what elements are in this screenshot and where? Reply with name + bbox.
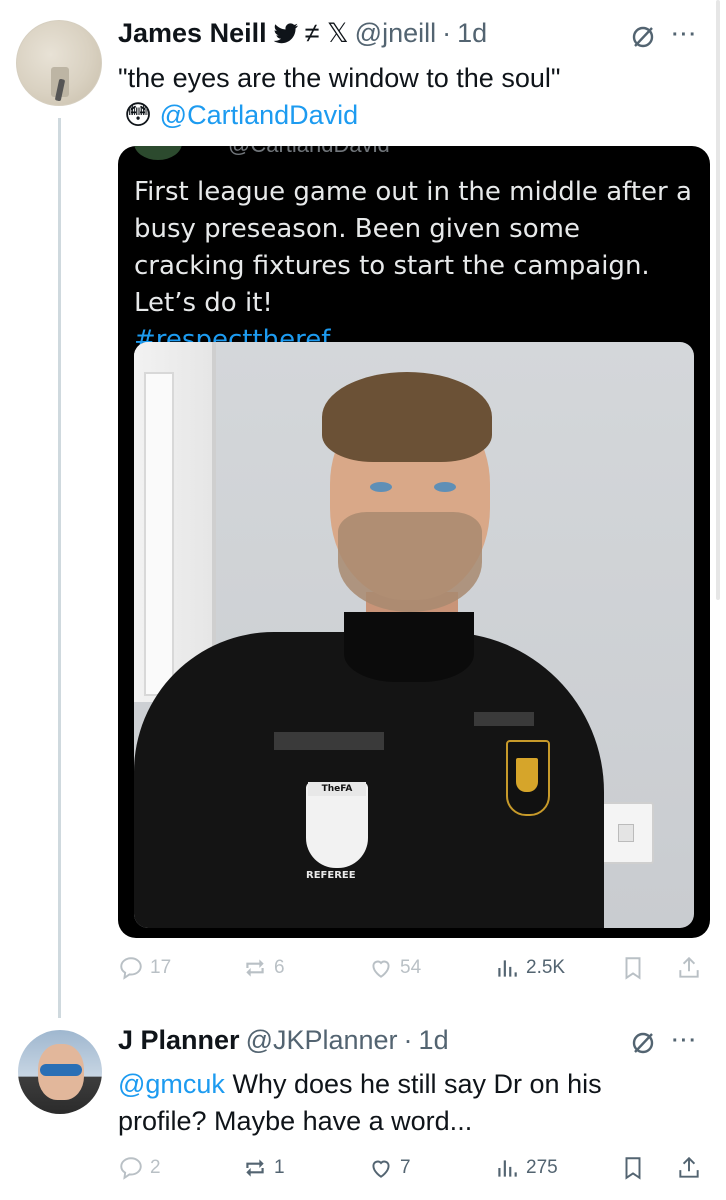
more-icon[interactable]: ··· bbox=[672, 24, 698, 47]
photo-hair bbox=[322, 372, 492, 462]
views-button[interactable]: 275 bbox=[494, 1155, 558, 1181]
photo-light-switch bbox=[598, 802, 654, 864]
like-icon bbox=[368, 1155, 394, 1181]
views-count: 2.5K bbox=[526, 957, 566, 978]
quoted-post-card[interactable]: @CartlandDavid First league game out in … bbox=[118, 146, 710, 938]
quoted-handle: @CartlandDavid bbox=[228, 146, 390, 158]
photo-eye-right bbox=[434, 482, 456, 492]
tweet-header: James Neill ≠ 𝕏 @jneill · 1d bbox=[118, 18, 487, 49]
bookmark-icon bbox=[620, 1155, 646, 1181]
reply-count: 2 bbox=[150, 1157, 161, 1178]
reply-count: 17 bbox=[150, 957, 172, 978]
photo-collar bbox=[344, 612, 474, 682]
display-name[interactable]: J Planner bbox=[118, 1025, 240, 1056]
repost-icon bbox=[242, 955, 268, 981]
bookmark-button[interactable] bbox=[620, 955, 646, 981]
reply-icon bbox=[118, 1155, 144, 1181]
quoted-body: First league game out in the middle afte… bbox=[134, 177, 692, 318]
repost-count: 6 bbox=[274, 957, 285, 978]
separator: · bbox=[403, 1025, 413, 1055]
scrollbar[interactable] bbox=[716, 0, 720, 600]
reply-button[interactable]: 2 bbox=[118, 1155, 161, 1181]
like-icon bbox=[368, 955, 394, 981]
photo-beard bbox=[338, 512, 482, 612]
mention-link[interactable]: @CartlandDavid bbox=[160, 100, 359, 130]
grok-icon[interactable] bbox=[630, 1030, 656, 1056]
tweet-actions: 2 1 7 275 bbox=[118, 1150, 710, 1186]
repost-count: 1 bbox=[274, 1157, 285, 1178]
avatar[interactable] bbox=[18, 1030, 102, 1114]
share-button[interactable] bbox=[676, 955, 702, 981]
views-icon bbox=[494, 1155, 520, 1181]
views-count: 275 bbox=[526, 1157, 558, 1178]
photo-door-panel bbox=[144, 372, 174, 696]
repost-icon bbox=[242, 1155, 268, 1181]
photo-referee-label: REFEREE bbox=[306, 870, 356, 881]
badges-text: ≠ 𝕏 bbox=[304, 18, 349, 48]
display-name[interactable]: James Neill bbox=[118, 18, 267, 49]
like-count: 7 bbox=[400, 1157, 411, 1178]
like-button[interactable]: 54 bbox=[368, 955, 421, 981]
mention-link[interactable]: @gmcuk bbox=[118, 1069, 225, 1099]
repost-button[interactable]: 6 bbox=[242, 955, 285, 981]
quoted-avatar bbox=[134, 146, 182, 160]
like-button[interactable]: 7 bbox=[368, 1155, 411, 1181]
separator: · bbox=[442, 18, 452, 48]
photo-shirt-stripe bbox=[474, 712, 534, 726]
tweet-header: J Planner @JKPlanner · 1d bbox=[118, 1025, 449, 1056]
photo-county-badge bbox=[506, 740, 550, 816]
bookmark-button[interactable] bbox=[620, 1155, 646, 1181]
photo-crest-label: TheFA bbox=[308, 782, 366, 796]
bird-icon bbox=[273, 22, 299, 45]
quoted-text: First league game out in the middle afte… bbox=[134, 174, 694, 359]
tweet-actions: 17 6 54 2.5K bbox=[118, 950, 710, 986]
share-icon bbox=[676, 955, 702, 981]
like-count: 54 bbox=[400, 957, 422, 978]
grok-icon[interactable] bbox=[630, 24, 656, 50]
tweet-text: @gmcuk Why does he still say Dr on his p… bbox=[118, 1066, 678, 1140]
share-icon bbox=[676, 1155, 702, 1181]
reply-button[interactable]: 17 bbox=[118, 955, 171, 981]
more-icon[interactable]: ··· bbox=[672, 1030, 698, 1053]
photo-door-frame bbox=[134, 342, 216, 702]
tweet-text-line: "the eyes are the window to the soul" bbox=[118, 63, 561, 93]
repost-button[interactable]: 1 bbox=[242, 1155, 285, 1181]
bookmark-icon bbox=[620, 955, 646, 981]
thread-connector-line bbox=[58, 118, 61, 1018]
handle[interactable]: @jneill bbox=[355, 18, 436, 49]
emoji: 😳 bbox=[124, 100, 153, 131]
timestamp[interactable]: 1d bbox=[419, 1025, 449, 1056]
share-button[interactable] bbox=[676, 1155, 702, 1181]
quoted-photo[interactable]: TheFA REFEREE bbox=[134, 342, 694, 928]
views-icon bbox=[494, 955, 520, 981]
photo-eye-left bbox=[370, 482, 392, 492]
views-button[interactable]: 2.5K bbox=[494, 955, 565, 981]
reply-icon bbox=[118, 955, 144, 981]
avatar-glasses bbox=[40, 1064, 82, 1076]
photo-shirt-stripe bbox=[274, 732, 384, 750]
handle[interactable]: @JKPlanner bbox=[246, 1025, 398, 1056]
tweet-text: "the eyes are the window to the soul" 😳 … bbox=[118, 60, 708, 134]
avatar[interactable] bbox=[16, 20, 102, 106]
timestamp[interactable]: 1d bbox=[457, 18, 487, 49]
